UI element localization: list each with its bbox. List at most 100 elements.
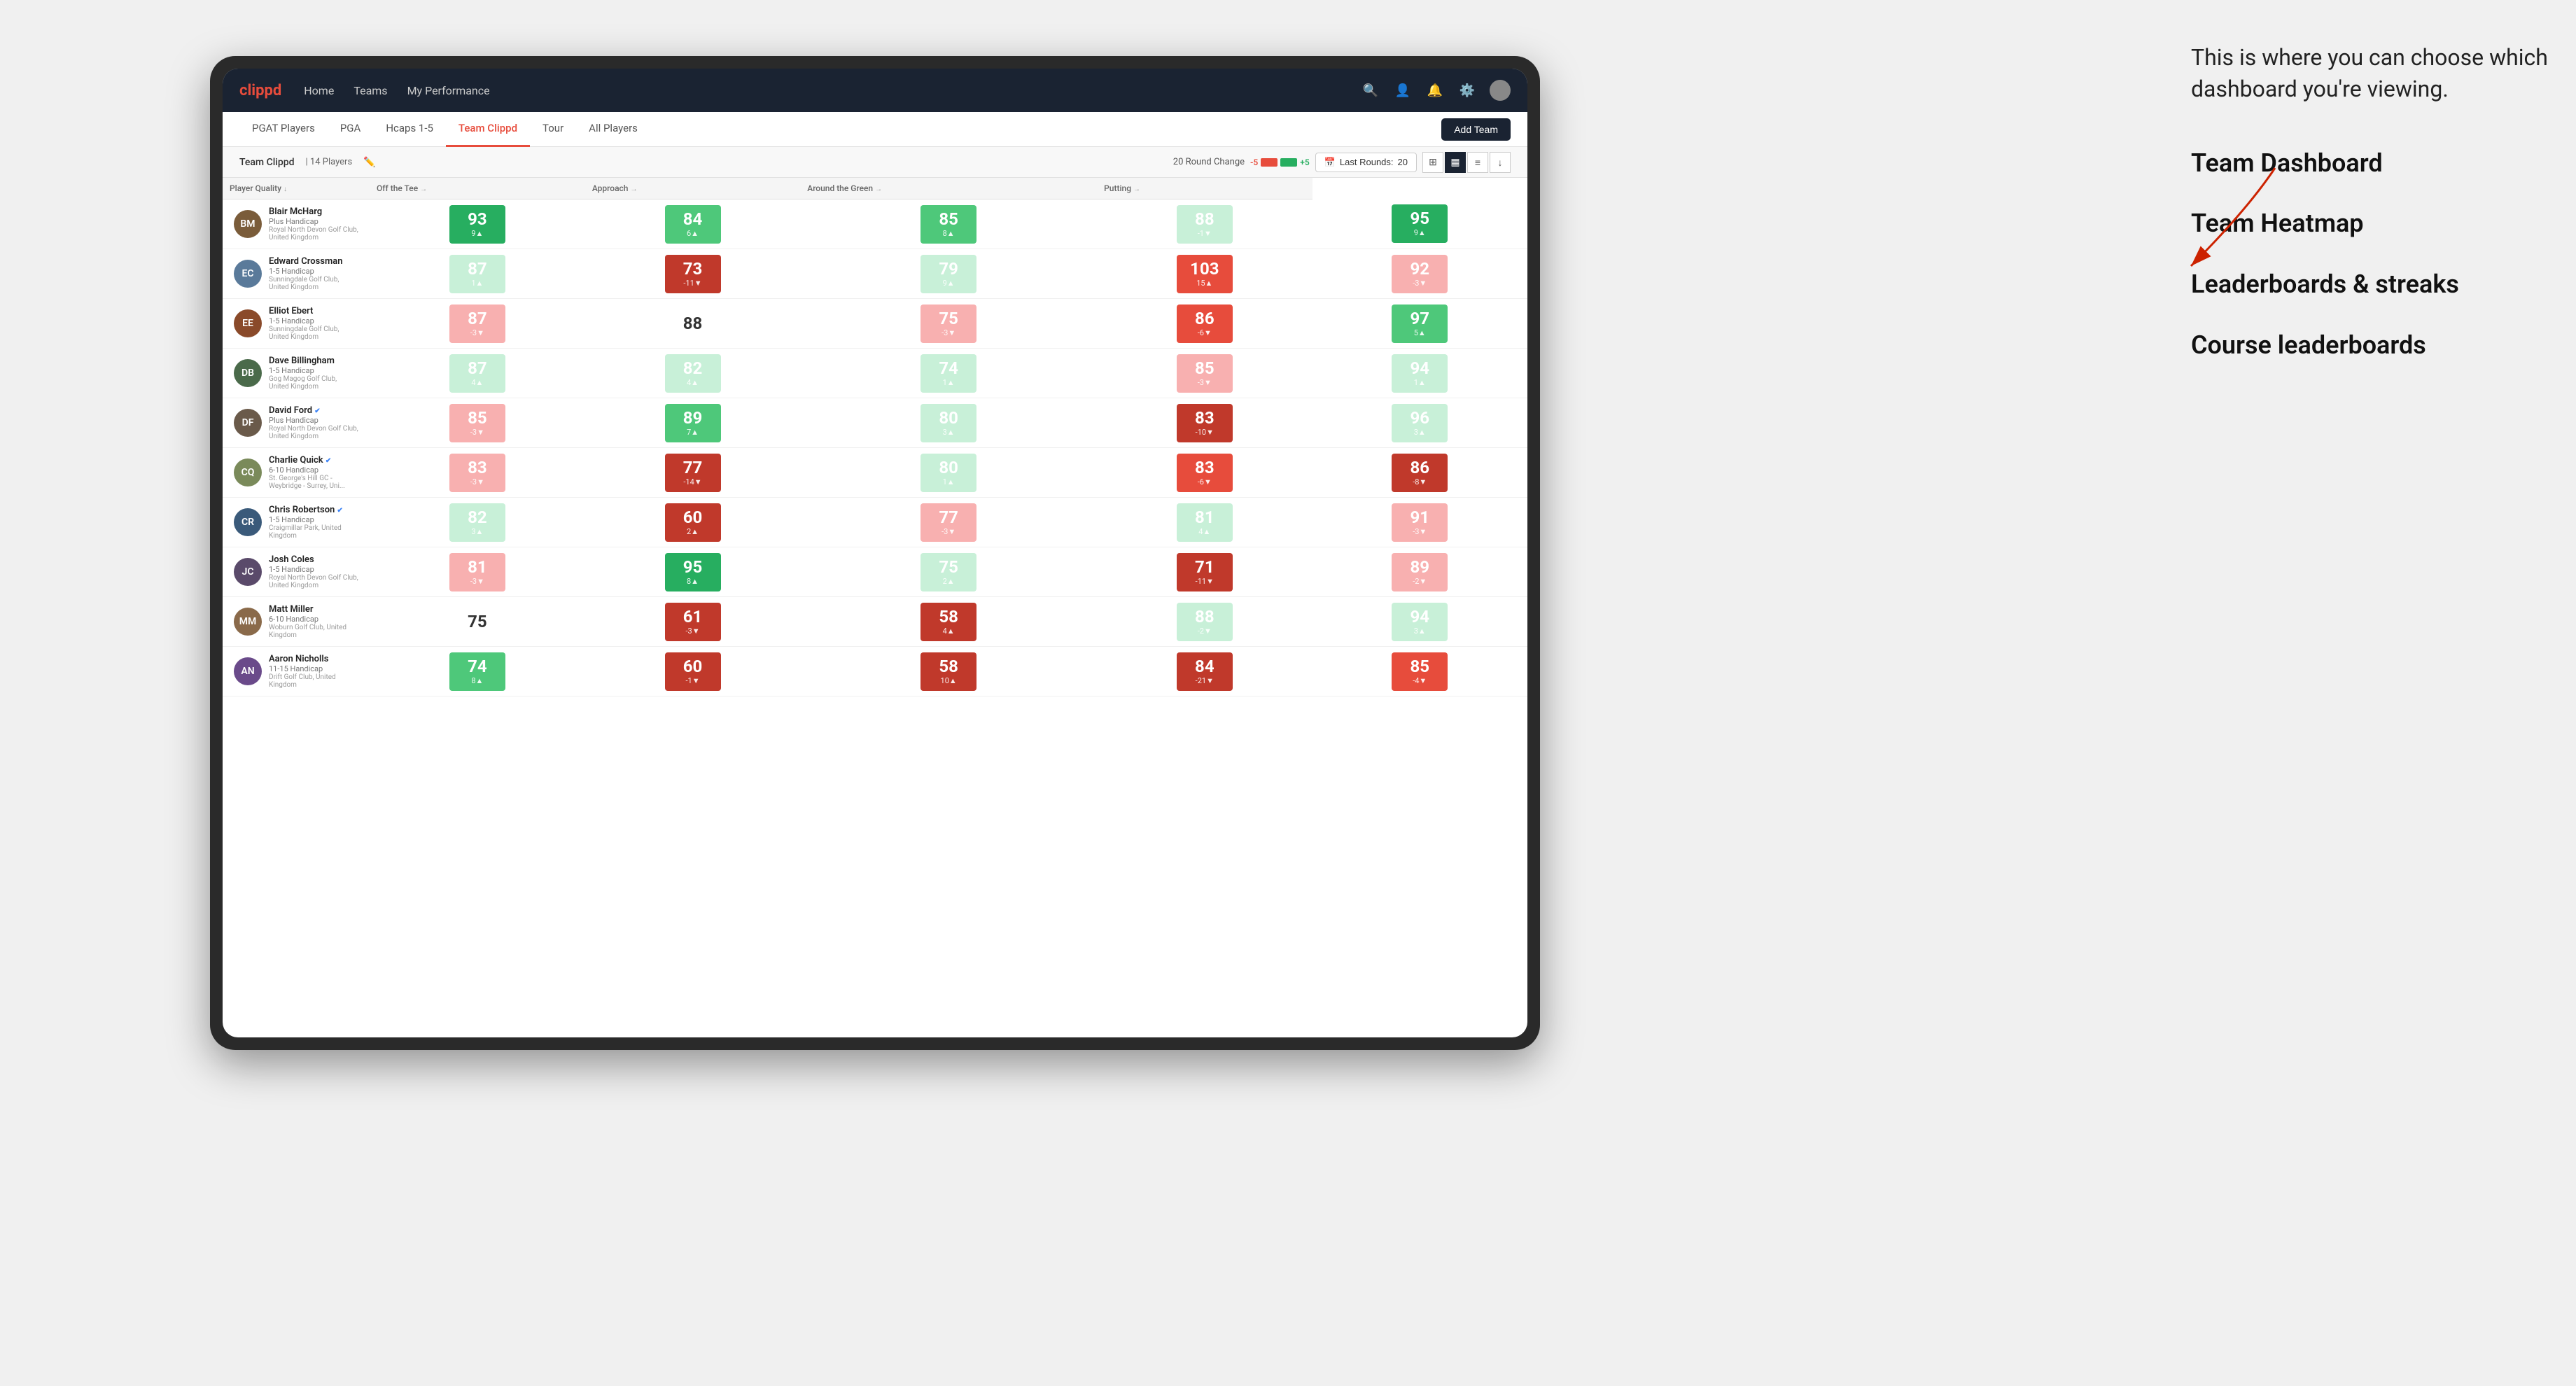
table-row[interactable]: MM Matt Miller 6-10 Handicap Woburn Golf… [223,597,1527,647]
score-value: 82 [683,360,703,377]
score-value: 88 [683,315,703,332]
subnav-tour[interactable]: Tour [530,112,576,147]
table-row[interactable]: CQ Charlie Quick ✔ 6-10 Handicap St. Geo… [223,448,1527,498]
score-value: 89 [1410,559,1429,575]
score-value: 93 [468,211,487,227]
nav-my-performance[interactable]: My Performance [407,84,490,97]
score-cell-8-2: 58 4▲ [800,597,1097,647]
score-box: 81 -3▼ [449,553,505,592]
player-info: David Ford ✔ Plus Handicap Royal North D… [269,405,358,440]
subnav-pga[interactable]: PGA [328,112,373,147]
th-putting: Putting → [1097,178,1312,200]
annotation-area: This is where you can choose which dashb… [2191,42,2555,390]
score-box: 94 1▲ [1392,354,1448,393]
view-download-button[interactable]: ↓ [1490,152,1511,173]
score-change: -2▼ [1198,626,1212,636]
score-box: 75 2▲ [920,553,976,592]
score-change: -4▼ [1413,676,1427,685]
score-value: 103 [1190,260,1219,277]
table-row[interactable]: JC Josh Coles 1-5 Handicap Royal North D… [223,547,1527,597]
score-value: 85 [1410,658,1429,675]
table-row[interactable]: CR Chris Robertson ✔ 1-5 Handicap Craigm… [223,498,1527,547]
score-change: -3▼ [1413,279,1427,288]
score-box: 93 9▲ [449,205,505,244]
table-row[interactable]: BM Blair McHarg Plus Handicap Royal Nort… [223,200,1527,249]
view-grid-large-button[interactable]: ▦ [1445,152,1466,173]
bell-icon[interactable]: 🔔 [1425,80,1445,100]
table-row[interactable]: AN Aaron Nicholls 11-15 Handicap Drift G… [223,647,1527,696]
player-cell-3: DB Dave Billingham 1-5 Handicap Gog Mago… [223,349,370,398]
score-cell-9-1: 60 -1▼ [585,647,800,696]
score-cell-7-0: 81 -3▼ [370,547,585,597]
score-value: 89 [683,410,703,426]
score-change: 1▲ [1414,378,1426,387]
player-name: Josh Coles [269,554,358,565]
score-box: 85 -4▼ [1392,652,1448,691]
score-cell-5-4: 86 -8▼ [1312,448,1527,498]
score-value: 87 [468,260,487,277]
score-cell-6-0: 82 3▲ [370,498,585,547]
score-box: 87 -3▼ [449,304,505,343]
score-change: -1▼ [685,676,699,685]
player-avatar: AN [234,657,262,685]
score-box: 85 -3▼ [449,404,505,442]
view-buttons: ⊞ ▦ ≡ ↓ [1422,152,1511,173]
score-value: 85 [468,410,487,426]
score-value: 80 [939,410,958,426]
tablet-frame: clippd Home Teams My Performance 🔍 👤 🔔 ⚙… [210,56,1540,1050]
player-handicap: 1-5 Handicap [269,316,358,326]
score-change: -6▼ [1198,477,1212,486]
score-box: 77 -14▼ [665,454,721,492]
score-change: -3▼ [685,626,699,636]
score-value: 60 [683,509,703,526]
player-handicap: 6-10 Handicap [269,615,358,624]
player-avatar: BM [234,210,262,238]
table-row[interactable]: EE Elliot Ebert 1-5 Handicap Sunningdale… [223,299,1527,349]
player-name: Chris Robertson ✔ [269,505,358,515]
search-icon[interactable]: 🔍 [1361,80,1380,100]
score-cell-0-4: 95 9▲ [1312,200,1527,249]
view-list-button[interactable]: ≡ [1467,152,1488,173]
score-change: -3▼ [470,328,484,337]
score-box: 97 5▲ [1392,304,1448,343]
player-avatar: EE [234,309,262,337]
score-box: 80 1▲ [920,454,976,492]
player-cell-4: DF David Ford ✔ Plus Handicap Royal Nort… [223,398,370,448]
subnav-pgat[interactable]: PGAT Players [239,112,328,147]
table-row[interactable]: DB Dave Billingham 1-5 Handicap Gog Mago… [223,349,1527,398]
avatar[interactable] [1490,80,1511,101]
score-value: 83 [468,459,487,476]
table-row[interactable]: EC Edward Crossman 1-5 Handicap Sunningd… [223,249,1527,299]
add-team-button[interactable]: Add Team [1441,118,1511,141]
table-row[interactable]: DF David Ford ✔ Plus Handicap Royal Nort… [223,398,1527,448]
subnav-all-players[interactable]: All Players [576,112,650,147]
last-rounds-button[interactable]: 📅 Last Rounds: 20 [1315,153,1417,172]
settings-icon[interactable]: ⚙️ [1457,80,1477,100]
player-avatar: CR [234,508,262,536]
subnav-team-clippd[interactable]: Team Clippd [446,112,530,147]
player-handicap: 1-5 Handicap [269,267,358,276]
score-value: 75 [468,613,487,630]
score-value: 95 [683,559,703,575]
subnav-hcaps[interactable]: Hcaps 1-5 [373,112,446,147]
nav-home[interactable]: Home [304,84,334,97]
edit-icon[interactable]: ✏️ [363,157,375,168]
user-icon[interactable]: 👤 [1393,80,1413,100]
score-value: 77 [939,509,958,526]
score-cell-4-3: 83 -10▼ [1097,398,1312,448]
score-box: 91 -3▼ [1392,503,1448,542]
player-club: Royal North Devon Golf Club, United King… [269,574,358,589]
score-value: 84 [683,211,703,227]
score-box: 73 -11▼ [665,255,721,293]
last-rounds-value: 20 [1398,157,1408,167]
score-change: 8▲ [943,229,955,238]
score-value: 96 [1410,410,1429,426]
score-value: 91 [1410,509,1429,526]
nav-teams[interactable]: Teams [354,84,387,97]
score-cell-6-1: 60 2▲ [585,498,800,547]
score-cell-9-4: 85 -4▼ [1312,647,1527,696]
score-cell-2-4: 97 5▲ [1312,299,1527,349]
player-cell-0: BM Blair McHarg Plus Handicap Royal Nort… [223,200,370,249]
view-grid-small-button[interactable]: ⊞ [1422,152,1443,173]
score-value: 83 [1195,410,1214,426]
